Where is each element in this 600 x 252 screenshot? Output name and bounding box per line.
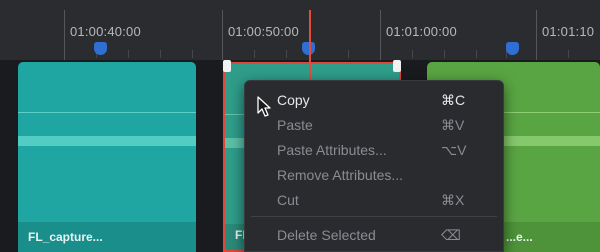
menu-item-copy[interactable]: Copy ⌘C bbox=[245, 88, 503, 112]
ruler-minor-tick bbox=[568, 50, 569, 58]
ruler-minor-tick bbox=[192, 50, 193, 58]
timecode-label: 01:00:40:00 bbox=[70, 24, 141, 39]
timecode-label: 01:01:00:00 bbox=[386, 24, 457, 39]
menu-item-shortcut: ⌘C bbox=[441, 92, 466, 108]
ruler-minor-tick bbox=[348, 50, 349, 58]
ruler-minor-tick bbox=[476, 50, 477, 58]
menu-item-paste-attributes[interactable]: Paste Attributes... ⌥V bbox=[245, 138, 503, 162]
timeline-clip[interactable]: FL_capture... bbox=[18, 62, 196, 252]
ruler-minor-tick bbox=[412, 50, 413, 58]
clip-trim-handle-left[interactable] bbox=[223, 60, 231, 72]
ruler-minor-tick bbox=[160, 50, 161, 58]
menu-item-delete-selected[interactable]: Delete Selected ⌫ bbox=[245, 223, 503, 247]
menu-item-label: Cut bbox=[277, 192, 299, 208]
menu-item-label: Remove Attributes... bbox=[277, 167, 404, 183]
menu-separator bbox=[251, 216, 497, 217]
menu-item-label: Paste bbox=[277, 117, 313, 133]
ruler-minor-tick bbox=[444, 50, 445, 58]
clip-waveform-line bbox=[18, 112, 196, 113]
timeline-ruler[interactable]: 01:00:40:00 01:00:50:00 01:01:00:00 01:0… bbox=[0, 0, 600, 61]
timecode-label: 01:01:10 bbox=[542, 24, 595, 39]
clip-waveform-band bbox=[18, 136, 196, 146]
menu-item-cut[interactable]: Cut ⌘X bbox=[245, 188, 503, 212]
menu-item-shortcut: ⌘V bbox=[441, 117, 465, 133]
clip-trim-handle-right[interactable] bbox=[393, 60, 401, 72]
clip-name: FL_capture... bbox=[28, 230, 103, 244]
menu-item-label: Copy bbox=[277, 92, 310, 108]
ruler-tick bbox=[222, 10, 223, 60]
pointer-cursor-icon bbox=[257, 96, 271, 117]
menu-item-label: Delete Selected bbox=[277, 227, 376, 243]
marker-icon[interactable] bbox=[506, 42, 519, 55]
menu-item-remove-attributes[interactable]: Remove Attributes... bbox=[245, 163, 503, 187]
menu-item-paste[interactable]: Paste ⌘V bbox=[245, 113, 503, 137]
context-menu[interactable]: Copy ⌘C Paste ⌘V Paste Attributes... ⌥V … bbox=[244, 80, 504, 252]
ruler-minor-tick bbox=[254, 50, 255, 58]
timecode-label: 01:00:50:00 bbox=[228, 24, 299, 39]
menu-item-label: Paste Attributes... bbox=[277, 142, 387, 158]
ruler-minor-tick bbox=[128, 50, 129, 58]
menu-item-shortcut: ⌫ bbox=[441, 227, 461, 243]
clip-name: ...e... bbox=[506, 230, 533, 244]
ruler-tick bbox=[536, 10, 537, 60]
ruler-minor-tick bbox=[286, 50, 287, 58]
ruler-tick bbox=[380, 10, 381, 60]
menu-item-shortcut: ⌘X bbox=[441, 192, 465, 208]
ruler-tick bbox=[64, 10, 65, 60]
marker-icon[interactable] bbox=[94, 42, 107, 55]
menu-item-shortcut: ⌥V bbox=[441, 142, 467, 158]
